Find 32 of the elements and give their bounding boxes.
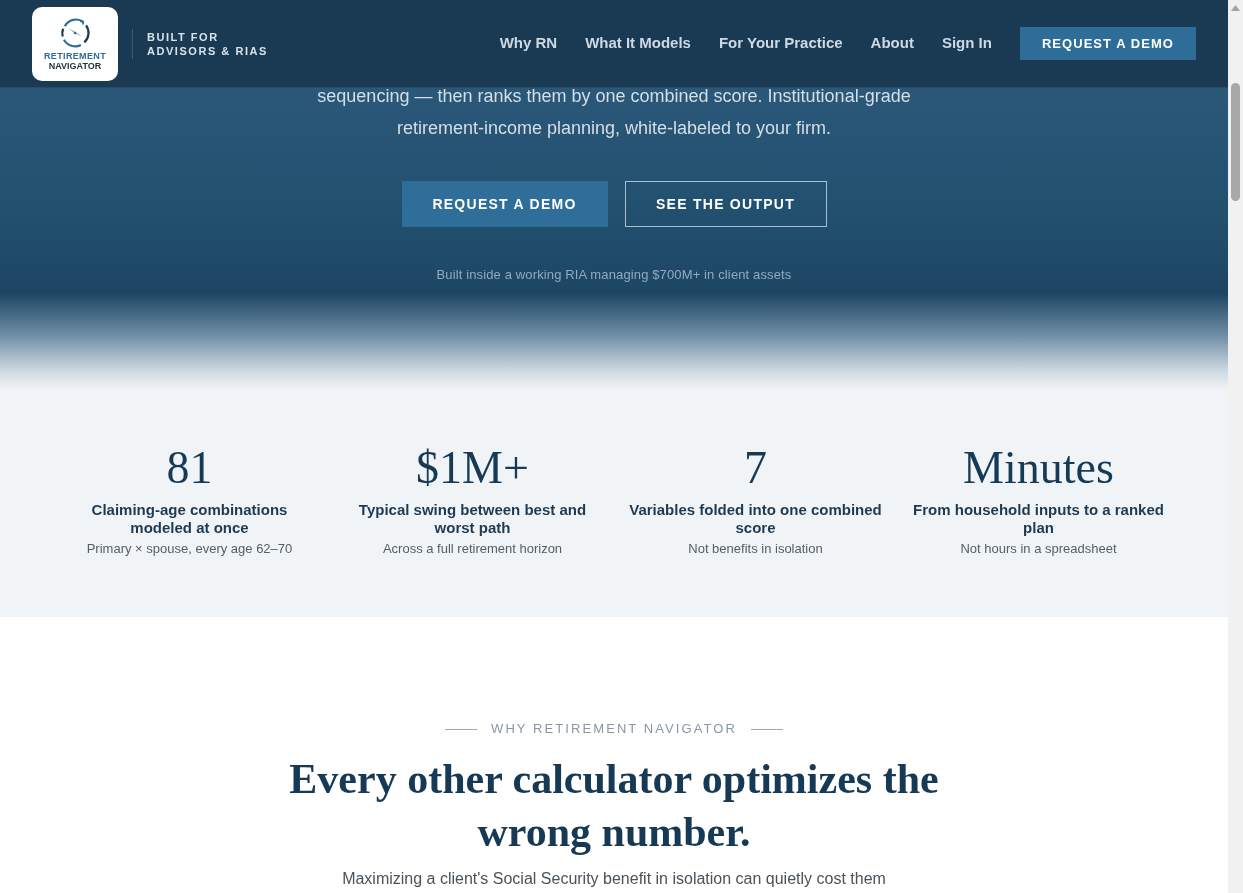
- see-output-button[interactable]: SEE THE OUTPUT: [624, 181, 827, 227]
- section-heading: Every other calculator optimizes the wrong number.: [288, 755, 940, 857]
- compass-logo-icon: [58, 16, 92, 50]
- nav-link[interactable]: Sign In: [941, 32, 992, 55]
- request-demo-button[interactable]: REQUEST A DEMO: [401, 181, 608, 227]
- stat-detail: Not hours in a spreadsheet: [960, 540, 1117, 558]
- scroll-up-arrow-icon[interactable]: [1231, 5, 1240, 11]
- request-demo-button[interactable]: REQUEST A DEMO: [1019, 27, 1196, 60]
- logo-wordmark: RETIREMENT NAVIGATOR: [43, 51, 107, 71]
- section-intro: Maximizing a client's Social Security benefit in isolation can quietly cost them: [342, 869, 886, 889]
- stat-value: 81: [166, 443, 213, 493]
- stat-label: Typical swing between best and worst path: [357, 501, 588, 537]
- logo[interactable]: RETIREMENT NAVIGATOR: [32, 6, 118, 81]
- nav-link[interactable]: For Your Practice: [718, 32, 843, 55]
- section-eyebrow: WHY RETIREMENT NAVIGATOR: [491, 720, 737, 738]
- hero-description: sequencing — then ranks them by one combined score. Institutional-grade retirement-income planning, white-labeled to your firm.: [317, 85, 911, 140]
- stat-detail: Not benefits in isolation: [688, 540, 823, 558]
- nav-link[interactable]: Why RN: [499, 32, 558, 55]
- tagline: BUILT FOR ADVISORS & RIAS: [147, 29, 268, 58]
- stat-value: 7: [744, 443, 767, 493]
- stat-label: Variables folded into one combined score: [628, 501, 883, 537]
- stat-detail: Primary × spouse, every age 62–70: [86, 540, 293, 558]
- nav-link[interactable]: What It Models: [585, 32, 691, 55]
- stat-value: $1M+: [416, 443, 529, 493]
- stat-detail: Across a full retirement horizon: [382, 540, 563, 558]
- scrollbar-thumb[interactable]: [1231, 83, 1240, 201]
- nav-link[interactable]: About: [870, 32, 914, 55]
- scrollbar[interactable]: [1228, 0, 1243, 893]
- stat-label: From household inputs to a ranked plan: [912, 501, 1165, 537]
- stat-value: Minutes: [963, 443, 1114, 493]
- stat-label: Claiming-age combinations modeled at once: [90, 501, 289, 537]
- hero-note: Built inside a working RIA managing $700M+ in client assets: [436, 266, 792, 284]
